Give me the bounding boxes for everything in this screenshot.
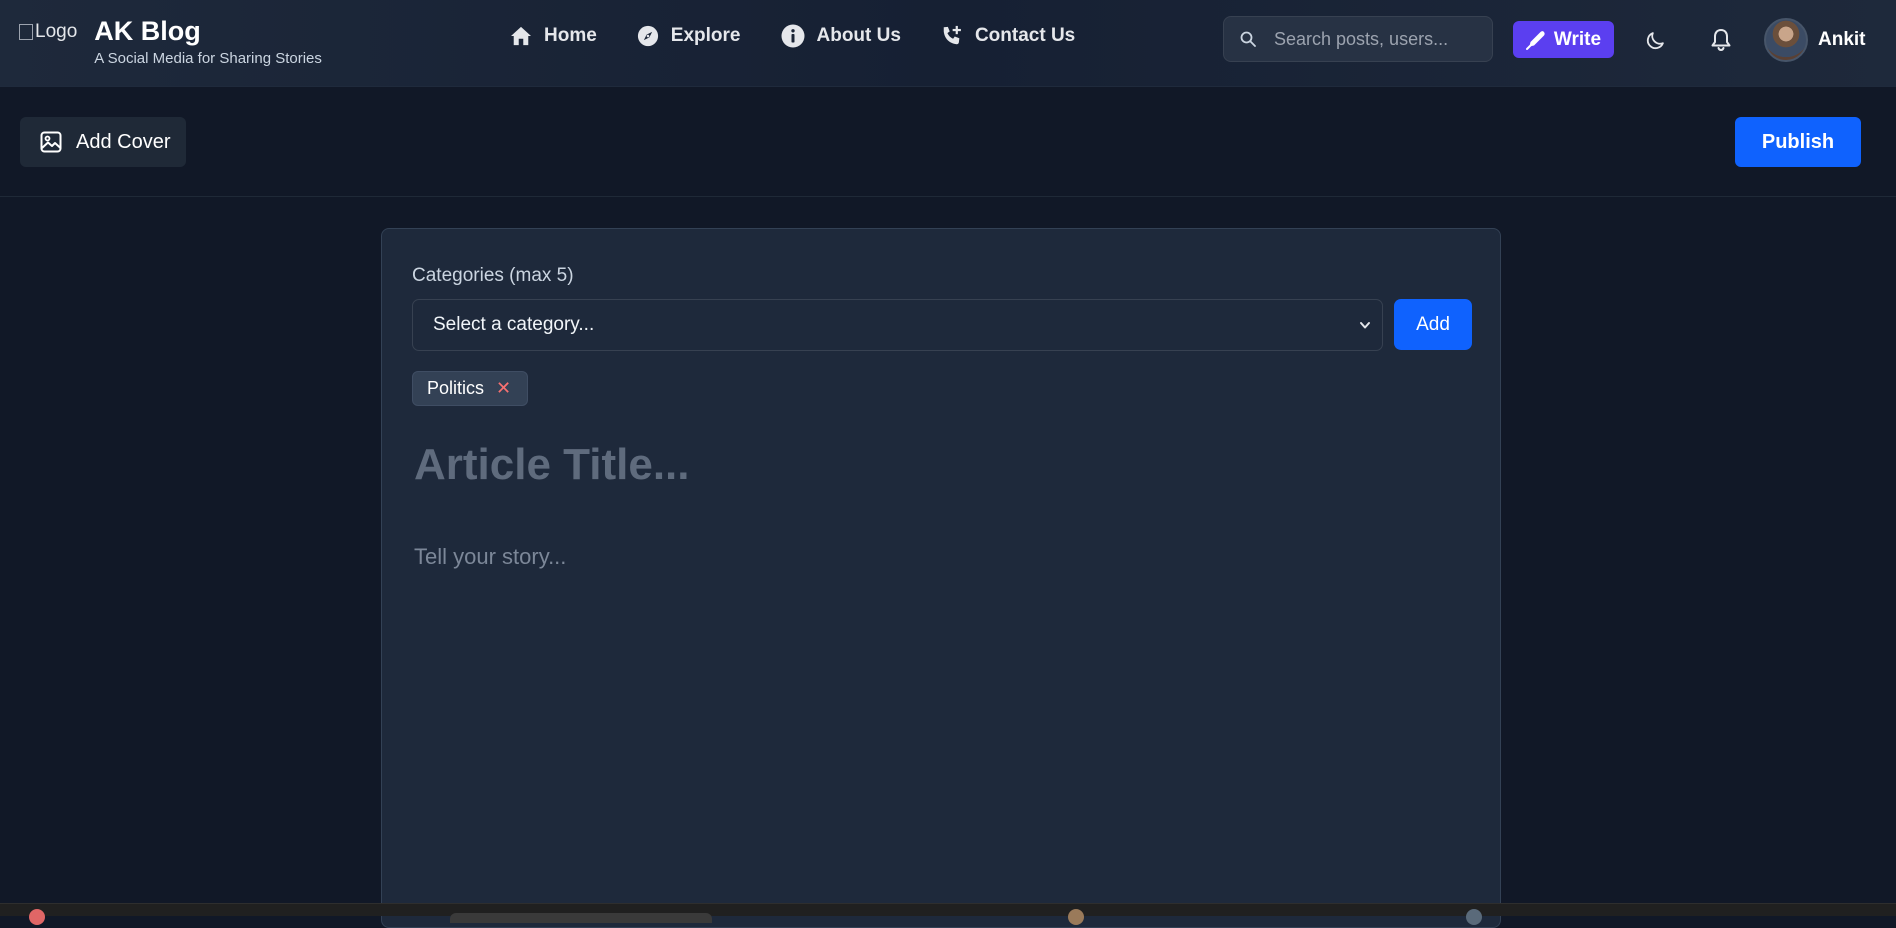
taskbar-app-icon[interactable] [1466, 909, 1482, 925]
taskbar-app-icon[interactable] [29, 909, 45, 925]
user-name: Ankit [1818, 29, 1866, 50]
top-navbar: Logo AK Blog A Social Media for Sharing … [0, 0, 1896, 87]
home-icon [511, 26, 531, 46]
bell-icon [1711, 29, 1731, 52]
logo-image[interactable]: Logo [19, 21, 77, 43]
notifications-button[interactable] [1708, 27, 1734, 53]
nav-explore-label: Explore [670, 25, 741, 46]
nav-about-label: About Us [816, 25, 901, 46]
logo-alt-text: Logo [35, 21, 78, 42]
os-taskbar [0, 903, 1896, 925]
nav-contact[interactable]: Contact Us [941, 25, 1075, 47]
categories-label: Categories (max 5) [412, 265, 574, 286]
remove-category-icon[interactable]: ✕ [496, 378, 511, 399]
write-button[interactable]: Write [1513, 21, 1614, 58]
pen-icon [1525, 30, 1545, 50]
publish-button[interactable]: Publish [1735, 117, 1861, 167]
info-icon [781, 24, 804, 48]
chevron-down-icon [1360, 322, 1370, 329]
category-select-value: Select a category... [433, 314, 595, 335]
publish-label: Publish [1761, 130, 1835, 153]
add-cover-label: Add Cover [76, 130, 171, 153]
add-category-label: Add [1416, 313, 1450, 335]
article-title-input[interactable] [412, 439, 1462, 491]
nav-home-label: Home [544, 25, 597, 46]
write-button-label: Write [1553, 28, 1602, 50]
avatar[interactable] [1764, 18, 1808, 62]
category-select[interactable]: Select a category... [412, 299, 1383, 351]
search-icon [1240, 31, 1256, 47]
editor-card: Categories (max 5) Select a category... … [381, 228, 1501, 928]
phone-plus-icon [943, 25, 961, 45]
nav-contact-label: Contact Us [974, 25, 1076, 46]
main-nav: Home Explore About Us Contact Us [510, 24, 1075, 48]
broken-image-icon [19, 24, 33, 40]
story-textarea[interactable] [412, 542, 1462, 902]
taskbar-search[interactable] [450, 913, 712, 923]
search-input[interactable] [1272, 27, 1472, 51]
category-chip-label: Politics [427, 378, 485, 398]
nav-explore[interactable]: Explore [637, 25, 741, 47]
theme-toggle-button[interactable] [1643, 27, 1669, 53]
user-menu[interactable]: Ankit [1764, 18, 1866, 62]
moon-icon [1646, 32, 1664, 50]
nav-about[interactable]: About Us [781, 24, 901, 48]
editor-toolbar: Add Cover Publish [0, 88, 1896, 197]
search-box[interactable] [1223, 16, 1493, 62]
brand[interactable]: Logo AK Blog A Social Media for Sharing … [19, 17, 322, 67]
add-cover-button[interactable]: Add Cover [20, 117, 186, 167]
nav-home[interactable]: Home [510, 25, 597, 47]
add-category-button[interactable]: Add [1394, 299, 1472, 350]
brand-title[interactable]: AK Blog [94, 17, 322, 45]
compass-icon [637, 25, 658, 47]
taskbar-app-icon[interactable] [1068, 909, 1084, 925]
image-icon [40, 131, 62, 153]
category-chip: Politics ✕ [412, 371, 529, 406]
brand-subtitle: A Social Media for Sharing Stories [94, 50, 322, 67]
